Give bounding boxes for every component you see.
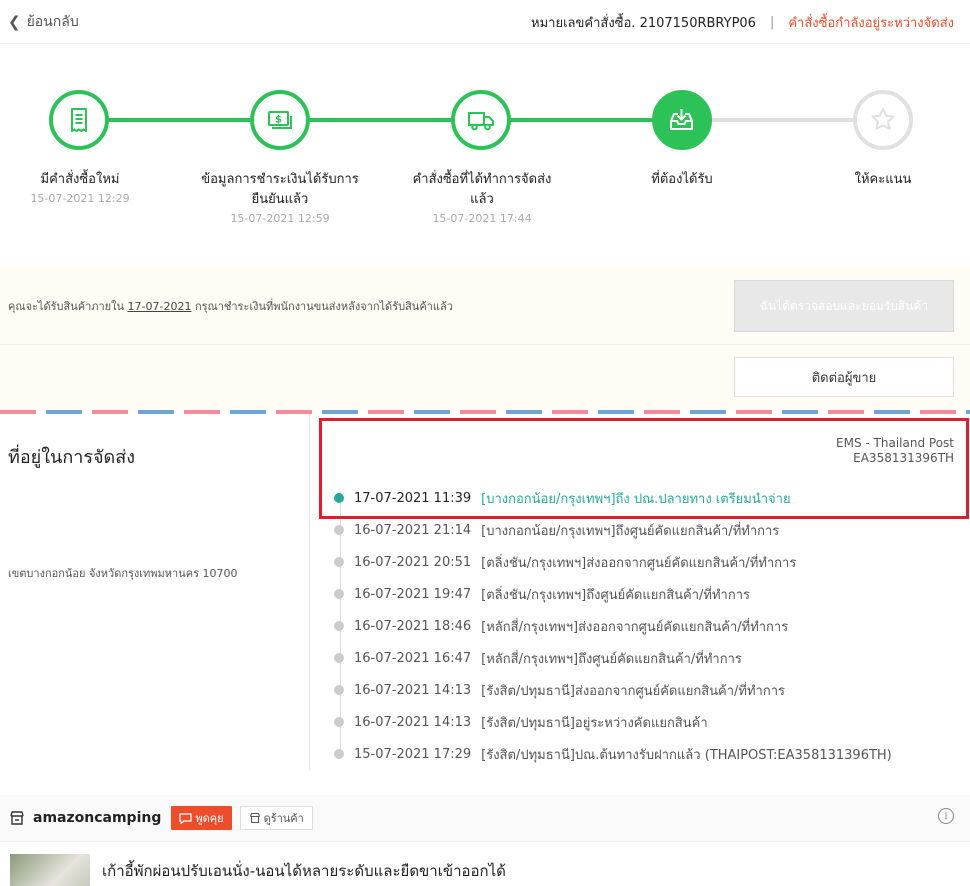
inbox-download-icon [670, 109, 693, 130]
event-time: 16-07-2021 20:51 [354, 554, 472, 570]
progress-track-4 [682, 118, 882, 122]
step-4-circle [652, 90, 712, 150]
step-1-circle [49, 90, 109, 150]
step-4-text: ที่ต้องได้รับ [602, 170, 762, 190]
timeline-dot [334, 749, 344, 759]
event-time: 16-07-2021 21:14 [354, 522, 472, 538]
step-2-time: 15-07-2021 12:59 [230, 212, 330, 225]
tracking-event: 16-07-2021 20:51 [ตลิ่งชัน/กรุงเทพฯ]ส่งอ… [334, 552, 796, 572]
back-label: ย้อนกลับ [26, 14, 79, 30]
separator: | [769, 15, 775, 30]
back-button[interactable]: ❮ ย้อนกลับ [8, 11, 79, 33]
step-5-label: ให้คะแนน [854, 172, 912, 187]
info-icon[interactable]: i [938, 808, 954, 824]
step-1-time: 15-07-2021 12:29 [30, 192, 130, 205]
event-time: 16-07-2021 14:13 [354, 714, 472, 730]
event-description: [หลักสี่/กรุงเทพฯ]ถึงศูนย์คัดแยกสินค้า/ท… [481, 651, 742, 667]
confirm-receipt-button[interactable]: ฉันได้ตรวจสอบและยอมรับสินค้า [734, 280, 954, 332]
product-row[interactable]: เก้าอี้พักผ่อนปรับเอนนั่ง-นอนได้หลายระดั… [0, 841, 970, 886]
tracking-event: 16-07-2021 16:47 [หลักสี่/กรุงเทพฯ]ถึงศู… [334, 648, 742, 668]
event-time: 16-07-2021 18:46 [354, 618, 472, 634]
step-1-text: มีคำสั่งซื้อใหม่ 15-07-2021 12:29 [0, 170, 160, 208]
notice-text-before: คุณจะได้รับสินค้าภายใน [8, 300, 128, 313]
tracking-panel: EMS - Thailand Post EA358131396TH 17-07-… [320, 414, 970, 774]
step-2-label: ข้อมูลการชำระเงินได้รับการยืนยันแล้ว [201, 172, 359, 207]
tracking-event: 16-07-2021 18:46 [หลักสี่/กรุงเทพฯ]ส่งออ… [334, 616, 788, 636]
event-description: [รังสิต/ปทุมธานี]ส่งออกจากศูนย์คัดแยกสิน… [481, 683, 786, 699]
step-5-text: ให้คะแนน [803, 170, 963, 190]
carrier-name: EMS - Thailand Post [836, 436, 954, 450]
carrier-info: EMS - Thailand Post EA358131396TH [836, 436, 954, 466]
event-description: [ตลิ่งชัน/กรุงเทพฯ]ส่งออกจากศูนย์คัดแยกส… [481, 555, 797, 571]
step-3-circle [451, 90, 511, 150]
event-time: 16-07-2021 19:47 [354, 586, 472, 602]
event-description: [รังสิต/ปทุมธานี]อยู่ระหว่างคัดแยกสินค้า [481, 715, 708, 731]
notice-date: 17-07-2021 [127, 300, 192, 313]
step-4-label: ที่ต้องได้รับ [651, 172, 713, 187]
tracking-event-current: 17-07-2021 11:39 [บางกอกน้อย/กรุงเทพฯ]ถึ… [334, 488, 791, 508]
order-progress-stepper: มีคำสั่งซื้อใหม่ 15-07-2021 12:29 $ ข้อม… [0, 45, 970, 267]
timeline-dot [334, 525, 344, 535]
store-icon [10, 811, 24, 825]
timeline-dot [334, 493, 344, 503]
shipping-address-panel: ที่อยู่ในการจัดส่ง เขตบางกอกน้อย จังหวัด… [0, 414, 310, 770]
step-2-circle: $ [250, 90, 310, 150]
address-title: ที่อยู่ในการจัดส่ง [8, 447, 136, 468]
timeline-dot [334, 621, 344, 631]
tracking-event: 16-07-2021 19:47 [ตลิ่งชัน/กรุงเทพฯ]ถึงศ… [334, 584, 750, 604]
order-info: หมายเลขคำสั่งซื้อ. 2107150RBRYP06 | คำสั… [531, 12, 954, 33]
step-3-time: 15-07-2021 17:44 [432, 212, 532, 225]
timeline-dot [334, 557, 344, 567]
star-icon [871, 108, 895, 130]
timeline-dot [334, 685, 344, 695]
address-line: เขตบางกอกน้อย จังหวัดกรุงเทพมหานคร 10700 [8, 567, 238, 580]
timeline-dot [334, 717, 344, 727]
shop-name[interactable]: amazoncamping [33, 810, 161, 826]
step-2-text: ข้อมูลการชำระเงินได้รับการยืนยันแล้ว 15-… [200, 170, 360, 228]
notice-text-after: กรุณาชำระเงินที่พนักงานขนส่งหลังจากได้รั… [191, 300, 453, 313]
event-description: [ตลิ่งชัน/กรุงเทพฯ]ถึงศูนย์คัดแยกสินค้า/… [481, 587, 750, 603]
shop-section: amazoncamping พูดคุย ดูร้านค้า i เก้าอี้… [0, 795, 970, 886]
order-number: หมายเลขคำสั่งซื้อ. 2107150RBRYP06 [531, 16, 756, 31]
view-store-label: ดูร้านค้า [263, 812, 304, 825]
step-5-circle [853, 90, 913, 150]
tracking-event: 16-07-2021 14:13 [รังสิต/ปทุมธานี]อยู่ระ… [334, 712, 708, 732]
notice-text: คุณจะได้รับสินค้าภายใน 17-07-2021 กรุณาช… [8, 297, 453, 315]
view-store-button[interactable]: ดูร้านค้า [239, 806, 313, 830]
store-small-icon [249, 812, 260, 824]
tracking-number: EA358131396TH [853, 451, 954, 465]
delivery-notice: คุณจะได้รับสินค้าภายใน 17-07-2021 กรุณาช… [0, 267, 970, 410]
tracking-event: 16-07-2021 21:14 [บางกอกน้อย/กรุงเทพฯ]ถึ… [334, 520, 779, 540]
product-thumbnail[interactable] [10, 854, 90, 886]
chat-button[interactable]: พูดคุย [171, 806, 232, 830]
order-status: คำสั่งซื้อกำลังอยู่ระหว่างจัดส่ง [788, 16, 954, 31]
tracking-event: 15-07-2021 17:29 [รังสิต/ปทุมธานี]ปณ.ต้น… [334, 744, 892, 764]
timeline-dot [334, 653, 344, 663]
chat-icon [179, 812, 192, 824]
event-description: [รังสิต/ปทุมธานี]ปณ.ต้นทางรับฝากแล้ว (TH… [481, 747, 892, 763]
tracking-event: 16-07-2021 14:13 [รังสิต/ปทุมธานี]ส่งออก… [334, 680, 785, 700]
chat-label: พูดคุย [195, 812, 224, 825]
truck-icon [468, 112, 494, 131]
chevron-left-icon: ❮ [8, 13, 21, 31]
event-time: 17-07-2021 11:39 [354, 490, 472, 506]
contact-seller-button[interactable]: ติดต่อผู้ขาย [734, 357, 954, 397]
event-time: 15-07-2021 17:29 [354, 746, 472, 762]
event-time: 16-07-2021 16:47 [354, 650, 472, 666]
step-3-label: คำสั่งซื้อที่ได้ทำการจัดส่งแล้ว [412, 172, 552, 207]
money-icon: $ [268, 111, 292, 129]
product-name[interactable]: เก้าอี้พักผ่อนปรับเอนนั่ง-นอนได้หลายระดั… [102, 859, 506, 883]
event-description: [บางกอกน้อย/กรุงเทพฯ]ถึงศูนย์คัดแยกสินค้… [481, 523, 780, 539]
receipt-icon [71, 108, 87, 132]
event-description: [หลักสี่/กรุงเทพฯ]ส่งออกจากศูนย์คัดแยกสิ… [481, 619, 789, 635]
shop-bar: amazoncamping พูดคุย ดูร้านค้า i [0, 795, 970, 841]
timeline-dot [334, 589, 344, 599]
step-3-text: คำสั่งซื้อที่ได้ทำการจัดส่งแล้ว 15-07-20… [402, 170, 562, 228]
event-time: 16-07-2021 14:13 [354, 682, 472, 698]
svg-text:$: $ [275, 115, 282, 126]
notice-divider [0, 344, 970, 345]
event-description: [บางกอกน้อย/กรุงเทพฯ]ถึง ปณ.ปลายทาง เตรี… [481, 491, 791, 507]
step-1-label: มีคำสั่งซื้อใหม่ [40, 172, 120, 187]
top-bar: ❮ ย้อนกลับ หมายเลขคำสั่งซื้อ. 2107150RBR… [0, 0, 970, 44]
